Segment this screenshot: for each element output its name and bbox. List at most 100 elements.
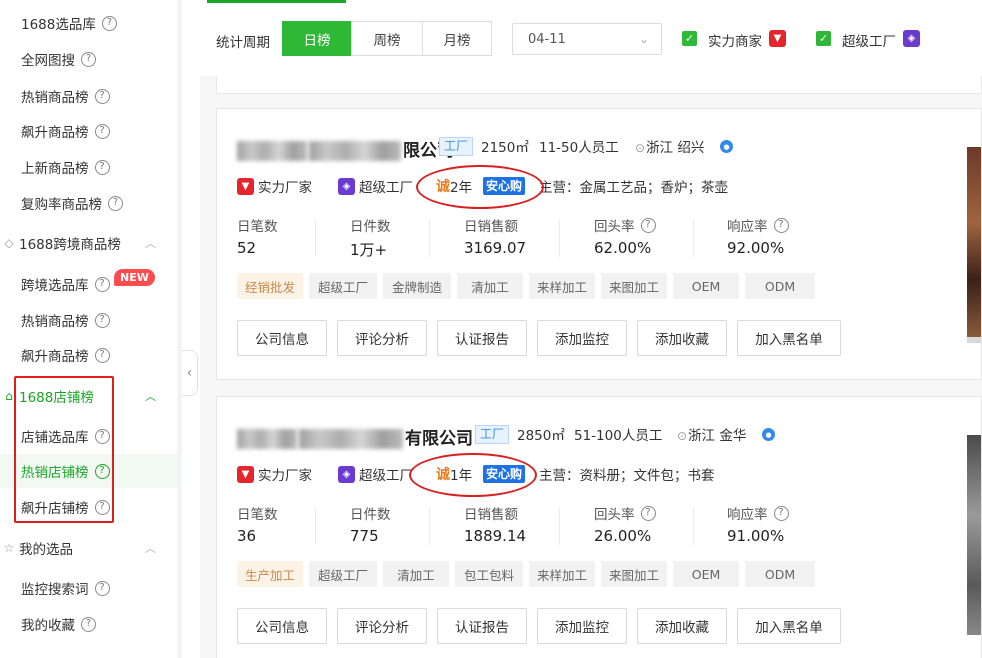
power-factory-badge: ▼ 实力厂家 <box>237 464 312 484</box>
annotation-highlight-box <box>14 376 114 523</box>
sidebar-item-repurchase-products[interactable]: 复购率商品榜 ? <box>0 186 178 220</box>
factory-tag: 工厂 <box>439 137 474 156</box>
stat-daily-items: 日件数 775 <box>350 507 391 545</box>
date-select[interactable]: 04-11 ⌄ <box>512 23 662 55</box>
add-favorite-button[interactable]: 添加收藏 <box>637 320 727 356</box>
super-factory-icon: ◈ <box>338 465 355 483</box>
service-tag: 金牌制造 <box>383 273 451 299</box>
stat-response-rate: 响应率? 91.00% <box>727 503 789 547</box>
stats-row: 日笔数 52 日件数 1万+ 日销售额 3169.07 回头率? 62.00% 响应率?… <box>237 215 789 259</box>
certification-report-button[interactable]: 认证报告 <box>437 320 527 356</box>
main-business: 主营：资料册；文件包；书套 <box>539 468 715 484</box>
help-icon[interactable]: ? <box>94 580 110 596</box>
service-tag: 超级工厂 <box>309 273 377 299</box>
sidebar-item-new-products[interactable]: 上新商品榜 ? <box>0 150 178 184</box>
help-icon[interactable]: ? <box>94 123 110 139</box>
filter-toolbar: 统计周期 日榜 周榜 月榜 04-11 ⌄ ✓ 实力商家 ▼ ✓ 超级工厂 ◈ <box>200 0 982 76</box>
super-factory-badge: ◈ 超级工厂 <box>338 464 413 484</box>
help-icon[interactable]: ? <box>94 88 110 104</box>
help-icon[interactable]: ? <box>81 51 96 67</box>
super-factory-icon: ◈ <box>338 177 355 195</box>
help-icon[interactable]: ? <box>773 217 789 233</box>
help-icon[interactable]: ? <box>101 15 117 31</box>
add-blacklist-button[interactable]: 加入黑名单 <box>737 608 841 644</box>
add-blacklist-button[interactable]: 加入黑名单 <box>737 320 841 356</box>
stat-response-rate: 响应率? 92.00% <box>727 215 789 259</box>
stats-row: 日笔数 36 日件数 775 日销售额 1889.14 回头率? 26.00% 响应率?… <box>237 503 789 547</box>
sidebar-item-1688-selection[interactable]: 1688选品库 ? <box>0 6 178 40</box>
company-info-button[interactable]: 公司信息 <box>237 608 327 644</box>
sidebar-item-my-favorites[interactable]: 我的收藏 ? <box>0 607 178 641</box>
super-factory-badge: ◈ 超级工厂 <box>338 176 413 196</box>
factory-area: 2850㎡ <box>517 428 565 444</box>
wangwang-chat-icon[interactable]: ● <box>720 140 733 153</box>
help-icon[interactable]: ? <box>640 217 656 233</box>
sidebar-item-crossborder-rising[interactable]: 飙升商品榜 ? <box>0 338 178 372</box>
divider <box>429 507 430 545</box>
annotation-circle <box>409 453 537 497</box>
review-analysis-button[interactable]: 评论分析 <box>337 320 427 356</box>
sidebar-item-label: 飙升商品榜 <box>21 125 89 141</box>
chevron-up-icon: ︿ <box>145 237 156 250</box>
sidebar-item-image-search[interactable]: 全网图搜 ? <box>0 42 178 76</box>
sidebar-item-label: 上新商品榜 <box>21 161 89 177</box>
certification-report-button[interactable]: 认证报告 <box>437 608 527 644</box>
add-monitor-button[interactable]: 添加监控 <box>537 608 627 644</box>
period-daily-button[interactable]: 日榜 <box>282 21 352 56</box>
service-tag: ODM <box>745 561 815 587</box>
product-thumbnail[interactable] <box>967 435 981 635</box>
stat-return-rate: 回头率? 62.00% <box>594 215 656 259</box>
location: ⊙浙江 绍兴 <box>635 140 705 156</box>
help-icon[interactable]: ? <box>94 347 110 363</box>
shop-card: 有限公司 工厂 2850㎡ 51-100人员工 ⊙浙江 金华 ● ▼ 实力厂家 ◈… <box>216 396 982 658</box>
help-icon[interactable]: ? <box>640 505 656 521</box>
help-icon[interactable]: ? <box>94 276 110 292</box>
review-analysis-button[interactable]: 评论分析 <box>337 608 427 644</box>
location-pin-icon: ⊙ <box>677 429 688 443</box>
service-tag: 来样加工 <box>529 561 595 587</box>
sidebar-item-crossborder-selection[interactable]: 跨境选品库 ? NEW <box>0 267 178 301</box>
service-tag: OEM <box>673 561 739 587</box>
service-tag: 包工包料 <box>455 561 523 587</box>
period-weekly-button[interactable]: 周榜 <box>351 21 423 56</box>
sidebar: 1688选品库 ? 全网图搜 ? 热销商品榜 ? 飙升商品榜 ? 上新商品榜 ?… <box>0 0 180 658</box>
service-tag: 生产加工 <box>237 561 303 587</box>
filter-power-merchant-checkbox[interactable]: ✓ <box>682 31 697 46</box>
sidebar-item-monitor-keywords[interactable]: 监控搜索词 ? <box>0 571 178 605</box>
sidebar-item-label: 热销商品榜 <box>21 314 89 330</box>
help-icon[interactable]: ? <box>94 312 110 328</box>
sidebar-item-hot-products[interactable]: 热销商品榜 ? <box>0 79 178 113</box>
add-favorite-button[interactable]: 添加收藏 <box>637 608 727 644</box>
shop-card: 限公司 工厂 2150㎡ 11-50人员工 ⊙浙江 绍兴 ● ▼ 实力厂家 ◈ 超级… <box>216 108 982 380</box>
stat-daily-items: 日件数 1万+ <box>350 219 391 259</box>
sidebar-group-crossborder[interactable]: ◇ 1688跨境商品榜 ︿ <box>0 226 178 260</box>
power-merchant-icon: ▼ <box>237 465 254 483</box>
sidebar-item-rising-products[interactable]: 飙升商品榜 ? <box>0 114 178 148</box>
staff-size: 11-50人员工 <box>539 140 619 156</box>
company-name[interactable]: 限公司 <box>237 136 454 161</box>
period-monthly-button[interactable]: 月榜 <box>422 21 492 56</box>
blurred-text <box>309 141 401 161</box>
sidebar-group-mine[interactable]: ☆ 我的选品 ︿ <box>0 531 178 565</box>
stat-daily-orders: 日笔数 52 <box>237 219 278 257</box>
service-tag: 超级工厂 <box>309 561 377 587</box>
add-monitor-button[interactable]: 添加监控 <box>537 320 627 356</box>
wangwang-chat-icon[interactable]: ● <box>762 428 775 441</box>
super-factory-icon: ◈ <box>903 30 920 47</box>
sidebar-scrollbar[interactable] <box>177 0 182 658</box>
company-name[interactable]: 有限公司 <box>237 424 473 449</box>
help-icon[interactable]: ? <box>81 616 96 632</box>
filter-super-factory-checkbox[interactable]: ✓ <box>816 31 831 46</box>
divider <box>693 507 694 545</box>
service-tag: 经销批发 <box>237 273 303 299</box>
help-icon[interactable]: ? <box>773 505 789 521</box>
collapse-sidebar-button[interactable]: ‹ <box>182 350 198 396</box>
divider <box>559 507 560 545</box>
blurred-text <box>237 141 307 161</box>
divider <box>429 219 430 257</box>
help-icon[interactable]: ? <box>94 159 110 175</box>
help-icon[interactable]: ? <box>108 195 123 211</box>
company-info-button[interactable]: 公司信息 <box>237 320 327 356</box>
sidebar-item-crossborder-hot[interactable]: 热销商品榜 ? <box>0 303 178 337</box>
product-thumbnail[interactable] <box>967 147 981 337</box>
